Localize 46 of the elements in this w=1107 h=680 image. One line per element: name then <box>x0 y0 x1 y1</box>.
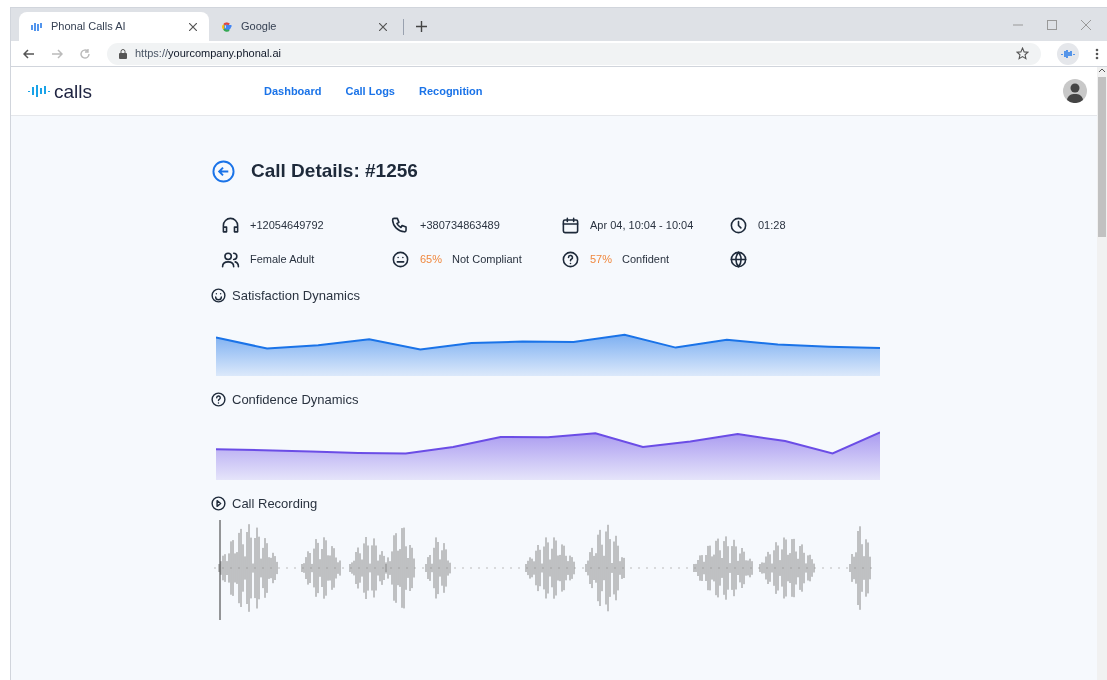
url-text: https://yourcompany.phonal.ai <box>135 46 281 62</box>
section-title: Confidence Dynamics <box>232 390 359 409</box>
nav-link[interactable]: Recognition <box>419 82 483 100</box>
clock-icon <box>729 216 748 235</box>
users-icon <box>221 250 240 269</box>
calendar-icon <box>561 216 580 235</box>
section-title: Call Recording <box>232 494 318 513</box>
colored-ring-icon <box>221 20 233 33</box>
close-icon[interactable] <box>379 22 387 31</box>
globe-icon <box>729 250 748 269</box>
lock-icon <box>119 48 127 59</box>
detail-text: Female Adult <box>250 252 315 268</box>
play-icon <box>210 495 227 512</box>
section-title: Satisfaction Dynamics <box>232 286 360 305</box>
headphones-icon <box>221 216 240 235</box>
detail-text: 01:28 <box>758 218 786 234</box>
phone-icon <box>391 216 410 235</box>
avatar-icon[interactable] <box>1063 79 1087 103</box>
star-icon[interactable] <box>1016 47 1029 60</box>
browser-tab[interactable]: Google <box>209 12 399 41</box>
nav-link[interactable]: Dashboard <box>264 82 322 100</box>
neutral-face-icon <box>391 250 410 269</box>
kebab-menu-icon[interactable] <box>1095 47 1099 60</box>
detail-text: Confident <box>622 252 670 268</box>
question-icon <box>561 250 580 269</box>
browser-tab[interactable]: Phonal Calls AI <box>19 12 209 41</box>
nav-link[interactable]: Call Logs <box>345 82 395 100</box>
address-bar[interactable]: https://yourcompany.phonal.ai <box>107 42 1041 65</box>
percent-value: 65% <box>420 252 443 268</box>
percent-value: 57% <box>590 252 613 268</box>
extension-icon[interactable] <box>1057 42 1079 65</box>
maximize-icon[interactable] <box>1047 19 1057 30</box>
question-icon <box>210 391 227 408</box>
detail-text: Not Compliant <box>452 252 522 268</box>
new-tab-icon[interactable] <box>416 21 427 32</box>
scroll-up-icon[interactable] <box>1098 67 1106 73</box>
close-icon[interactable] <box>189 22 197 31</box>
back-arrow-icon[interactable] <box>23 47 35 60</box>
scrollbar-thumb[interactable] <box>1098 77 1106 237</box>
logo[interactable]: calls <box>28 81 264 101</box>
bars-icon <box>31 20 43 33</box>
detail-text: Apr 04, 10:04 - 10:04 <box>590 218 694 234</box>
smile-icon <box>210 287 227 304</box>
page-title: Call Details: #1256 <box>251 159 418 183</box>
detail-text: +12054649792 <box>250 218 324 234</box>
detail-text: +380734863489 <box>420 218 500 234</box>
